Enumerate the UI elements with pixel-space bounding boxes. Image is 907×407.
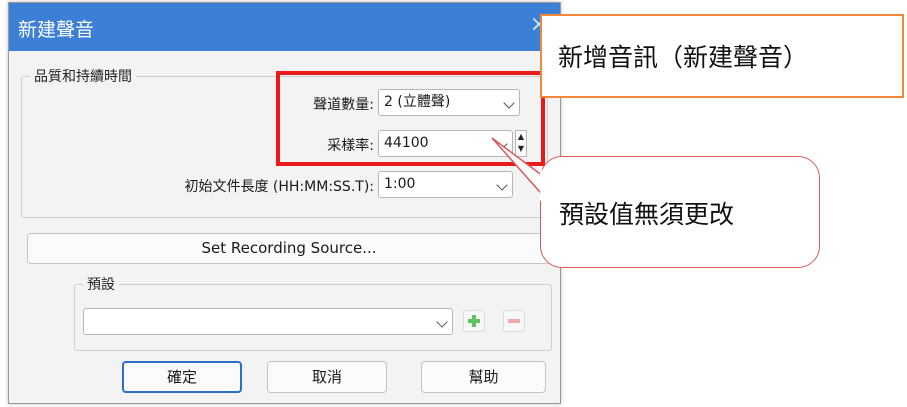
- title-callout: 新增音訊（新建聲音）: [540, 14, 904, 98]
- quality-duration-legend: 品質和持續時間: [34, 69, 132, 85]
- cancel-button[interactable]: 取消: [267, 361, 387, 393]
- callout-pointer-cover: [540, 167, 542, 202]
- title-callout-text: 新增音訊（新建聲音）: [558, 43, 809, 72]
- preset-select[interactable]: [83, 308, 453, 335]
- minus-icon: [508, 319, 520, 323]
- chevron-down-icon: [436, 316, 448, 328]
- title-bar: 新建聲音 ×: [9, 3, 560, 51]
- default-callout-text: 預設值無須更改: [559, 200, 735, 229]
- remove-preset-button[interactable]: [503, 310, 525, 332]
- ok-button[interactable]: 確定: [122, 361, 242, 393]
- length-value: 1:00: [384, 176, 416, 192]
- preset-legend: 預設: [87, 277, 115, 293]
- dialog-title: 新建聲音: [18, 19, 95, 41]
- add-preset-button[interactable]: [463, 310, 485, 332]
- length-label: 初始文件長度 (HH:MM:SS.T):: [184, 179, 374, 195]
- help-button[interactable]: 幫助: [421, 361, 546, 393]
- default-callout: 預設值無須更改: [540, 156, 820, 268]
